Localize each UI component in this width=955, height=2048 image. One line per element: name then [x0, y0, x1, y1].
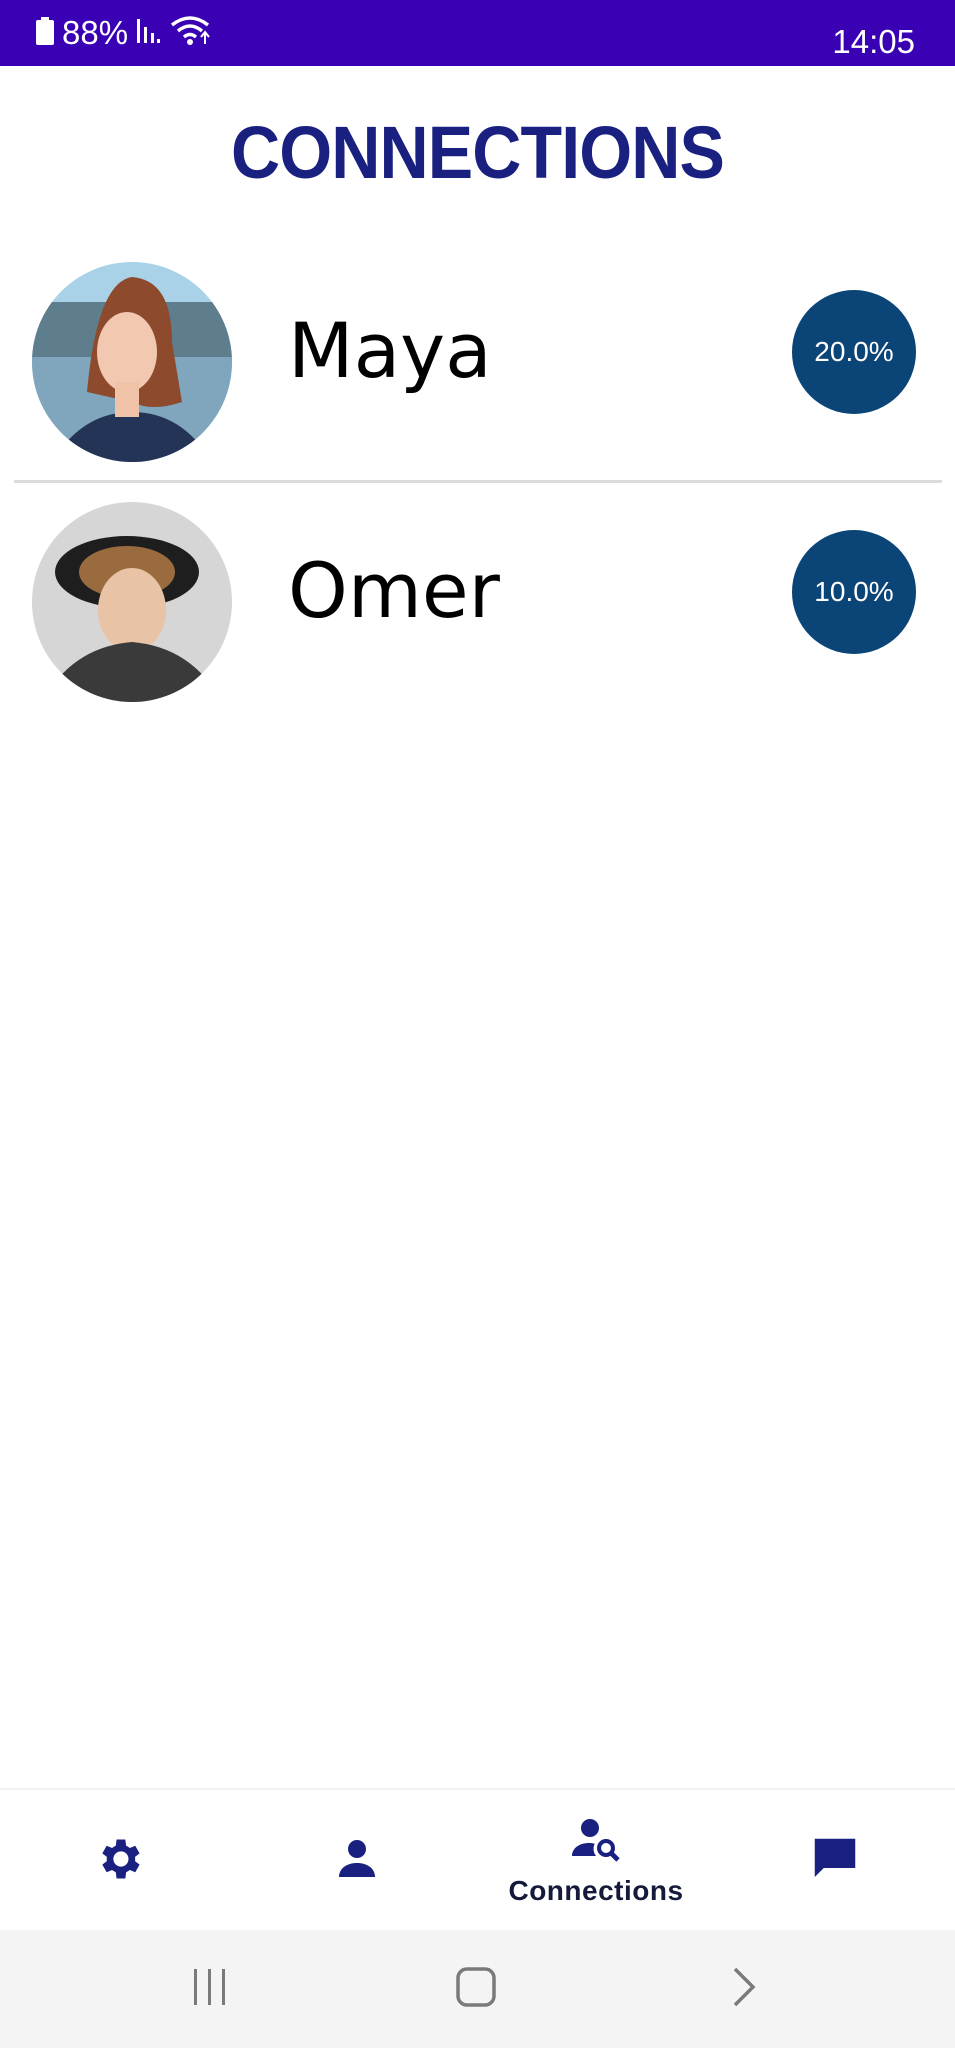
connection-row-maya[interactable]: Maya 20.0% — [0, 250, 955, 490]
battery-icon — [36, 16, 54, 50]
status-time: 14:05 — [832, 23, 915, 60]
connection-name: Omer — [288, 546, 500, 635]
nav-profile[interactable] — [238, 1790, 476, 1932]
connection-row-omer[interactable]: Omer 10.0% — [0, 490, 955, 730]
recents-button[interactable] — [150, 1930, 270, 2048]
avatar-maya[interactable] — [32, 262, 232, 462]
signal-icon — [136, 17, 162, 50]
nav-messages[interactable] — [716, 1790, 954, 1932]
recents-icon — [190, 1967, 230, 2012]
bottom-nav: Connections — [0, 1788, 955, 1932]
status-bar: 88% 14:05 — [0, 0, 955, 66]
match-percent-badge: 10.0% — [792, 530, 916, 654]
gear-icon — [93, 1833, 145, 1890]
connection-name: Maya — [288, 306, 492, 395]
person-search-icon — [570, 1816, 622, 1869]
nav-connections[interactable]: Connections — [477, 1790, 715, 1932]
avatar-omer[interactable] — [32, 502, 232, 702]
page-title: CONNECTIONS — [231, 111, 725, 194]
system-nav-bar — [0, 1930, 955, 2048]
home-icon — [455, 1966, 497, 2013]
status-left: 88% — [36, 0, 210, 66]
battery-percent: 88% — [62, 14, 129, 51]
person-icon — [333, 1835, 381, 1888]
back-button[interactable] — [684, 1930, 804, 2048]
home-button[interactable] — [416, 1930, 536, 2048]
nav-settings[interactable] — [0, 1790, 238, 1932]
divider — [14, 480, 942, 483]
wifi-icon — [170, 15, 210, 52]
back-icon — [729, 1965, 759, 2014]
match-percent-badge: 20.0% — [792, 290, 916, 414]
connections-list: Maya 20.0% Omer 10.0% — [0, 250, 955, 730]
chat-icon — [807, 1832, 863, 1891]
nav-connections-label: Connections — [508, 1874, 684, 1906]
